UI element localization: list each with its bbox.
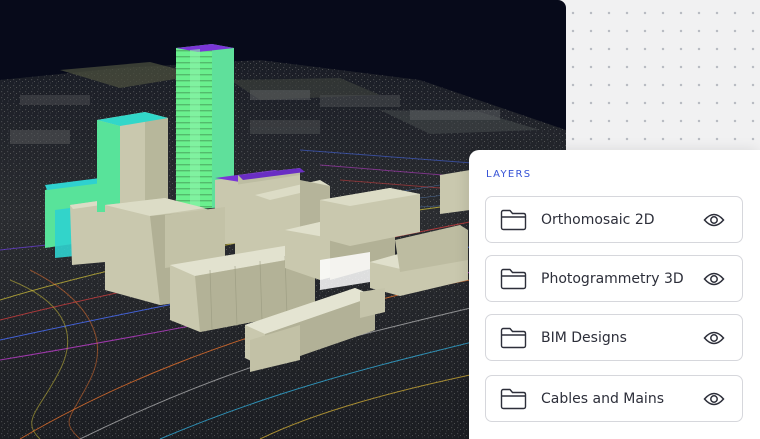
layer-label: Orthomosaic 2D bbox=[541, 211, 655, 228]
layer-item-bim-designs[interactable]: BIM Designs bbox=[485, 314, 743, 361]
layers-heading: LAYERS bbox=[486, 169, 532, 180]
layers-panel: LAYERS Orthomosaic 2D Photogrammetry 3D … bbox=[469, 150, 760, 439]
eye-icon[interactable] bbox=[703, 391, 725, 407]
eye-icon[interactable] bbox=[703, 330, 725, 346]
folder-icon bbox=[500, 209, 527, 231]
layer-item-photogrammetry-3d[interactable]: Photogrammetry 3D bbox=[485, 255, 743, 302]
folder-icon bbox=[500, 268, 527, 290]
eye-icon[interactable] bbox=[703, 212, 725, 228]
eye-icon[interactable] bbox=[703, 271, 725, 287]
folder-icon bbox=[500, 388, 527, 410]
layer-item-cables-and-mains[interactable]: Cables and Mains bbox=[485, 375, 743, 422]
layer-label: Photogrammetry 3D bbox=[541, 270, 684, 287]
folder-icon bbox=[500, 327, 527, 349]
layer-item-orthomosaic-2d[interactable]: Orthomosaic 2D bbox=[485, 196, 743, 243]
layer-label: Cables and Mains bbox=[541, 390, 664, 407]
layer-label: BIM Designs bbox=[541, 329, 627, 346]
